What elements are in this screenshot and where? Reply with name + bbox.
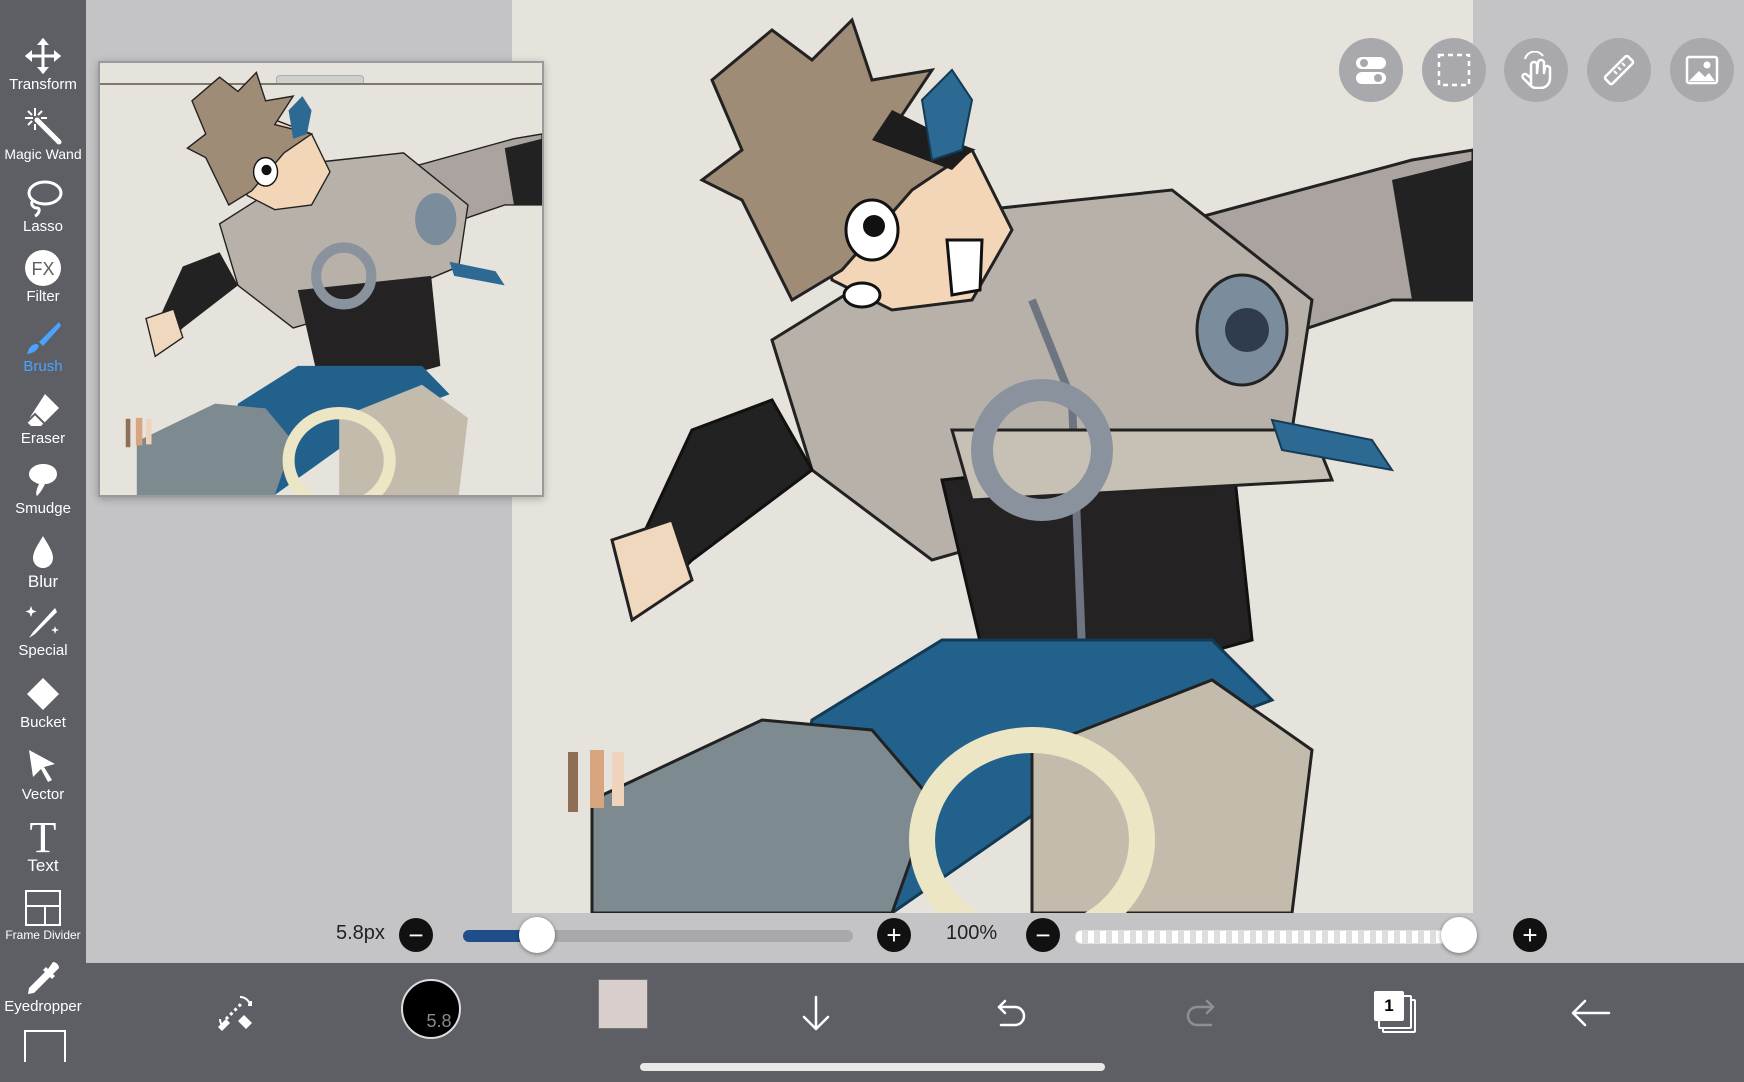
- tool-lasso[interactable]: Lasso: [0, 178, 86, 248]
- selection-button[interactable]: [1422, 38, 1486, 102]
- tool-smudge[interactable]: Smudge: [0, 460, 86, 530]
- smudge-icon: [29, 464, 57, 496]
- character-drawing: [568, 17, 1473, 913]
- settings-toggle-button[interactable]: [1339, 38, 1403, 102]
- bucket-icon: [27, 678, 59, 710]
- brush-size-indicator-value: 5.8: [426, 1010, 452, 1031]
- tool-label: Transform: [9, 76, 77, 93]
- partial-tool-icon[interactable]: [24, 1030, 66, 1062]
- minus-icon: −: [1035, 920, 1051, 950]
- tool-label: Text: [27, 856, 59, 875]
- tool-text[interactable]: T Text: [0, 816, 86, 886]
- brush-size-value: 5.8px: [336, 922, 385, 944]
- opacity-slider-thumb[interactable]: [1441, 917, 1477, 953]
- tool-magic-wand[interactable]: Magic Wand: [0, 106, 86, 176]
- brush-eraser-swap-icon: [218, 995, 252, 1031]
- ruler-button[interactable]: [1587, 38, 1651, 102]
- undo-button[interactable]: [979, 983, 1039, 1043]
- tool-special[interactable]: Special: [0, 602, 86, 672]
- image-icon: [1685, 55, 1719, 85]
- tool-label: Blur: [27, 572, 59, 591]
- back-button[interactable]: [1561, 983, 1621, 1043]
- tool-label: Smudge: [15, 500, 71, 517]
- tool-vector[interactable]: Vector: [0, 746, 86, 816]
- redo-button[interactable]: [1173, 983, 1233, 1043]
- tool-brush[interactable]: Brush: [0, 318, 86, 388]
- tool-bucket[interactable]: Bucket: [0, 674, 86, 744]
- eraser-icon: [26, 394, 59, 427]
- selection-rect-icon: [1437, 53, 1471, 87]
- tool-filter[interactable]: FX Filter: [0, 248, 86, 318]
- svg-text:FX: FX: [31, 259, 54, 279]
- tool-label: Frame Divider: [5, 928, 81, 942]
- layers-button[interactable]: 1: [1366, 983, 1426, 1043]
- tool-label: Brush: [23, 358, 63, 375]
- tool-label: Special: [18, 642, 68, 659]
- quick-tool-switch-button[interactable]: [206, 983, 266, 1043]
- tool-label: Bucket: [20, 714, 66, 731]
- home-indicator[interactable]: [640, 1063, 1105, 1071]
- undo-icon: [997, 999, 1026, 1027]
- opacity-slider[interactable]: [1075, 930, 1465, 944]
- text-t-icon: T: [30, 816, 57, 856]
- redo-icon: [1186, 999, 1215, 1027]
- opacity-decrease-button[interactable]: −: [1026, 918, 1060, 952]
- download-button[interactable]: [786, 983, 846, 1043]
- tool-eyedropper[interactable]: Eyedropper: [0, 958, 86, 1028]
- fx-icon: FX: [25, 250, 61, 286]
- arrow-left-icon: [1571, 999, 1611, 1027]
- magic-wand-icon: [25, 108, 62, 145]
- brush-size-indicator[interactable]: 5.8: [401, 979, 461, 1039]
- cursor-arrow-icon: [29, 750, 55, 782]
- frame-divider-icon: [25, 890, 61, 926]
- move-arrows-icon: [25, 38, 61, 74]
- tool-label: Lasso: [22, 218, 64, 235]
- image-button[interactable]: [1670, 38, 1734, 102]
- tool-label: Vector: [21, 786, 65, 803]
- toggle-icon: [1356, 57, 1386, 84]
- eyedropper-icon: [28, 962, 59, 994]
- artboard[interactable]: [512, 0, 1473, 913]
- reference-preview-panel[interactable]: [98, 61, 544, 497]
- ruler-icon: [1603, 54, 1635, 86]
- lasso-icon: [27, 180, 63, 218]
- svg-text:T: T: [30, 816, 57, 856]
- color-swatch-button[interactable]: [598, 979, 648, 1029]
- tool-label: Magic Wand: [4, 146, 82, 162]
- brush-size-slider-thumb[interactable]: [519, 917, 555, 953]
- brush-icon: [27, 322, 61, 354]
- tool-eraser[interactable]: Eraser: [0, 390, 86, 460]
- brush-size-decrease-button[interactable]: −: [399, 918, 433, 952]
- layer-count: 1: [1374, 991, 1404, 1021]
- tool-label: Eraser: [20, 430, 66, 447]
- slider-row: 5.8px − + 100% − +: [86, 904, 1744, 960]
- tool-transform[interactable]: Transform: [0, 36, 86, 106]
- arrow-down-icon: [802, 995, 830, 1031]
- opacity-value: 100%: [946, 922, 998, 944]
- opacity-increase-button[interactable]: +: [1513, 918, 1547, 952]
- left-toolbar: Transform Magic Wand Lasso FX Filter Bru…: [0, 0, 86, 1082]
- tool-blur[interactable]: Blur: [0, 532, 86, 602]
- plus-icon: +: [886, 920, 902, 950]
- sparkle-pen-icon: [25, 606, 59, 638]
- preview-thumbnail: [125, 71, 542, 495]
- tool-label: Eyedropper: [4, 998, 82, 1015]
- plus-icon: +: [1522, 920, 1538, 950]
- minus-icon: −: [408, 920, 424, 950]
- hand-gesture-button[interactable]: [1504, 38, 1568, 102]
- drop-icon: [33, 536, 53, 568]
- tool-frame-divider[interactable]: Frame Divider: [0, 888, 86, 958]
- layers-icon: 1: [1374, 991, 1418, 1035]
- tool-label: Filter: [26, 288, 60, 305]
- brush-size-increase-button[interactable]: +: [877, 918, 911, 952]
- hand-gesture-icon: [1521, 51, 1552, 89]
